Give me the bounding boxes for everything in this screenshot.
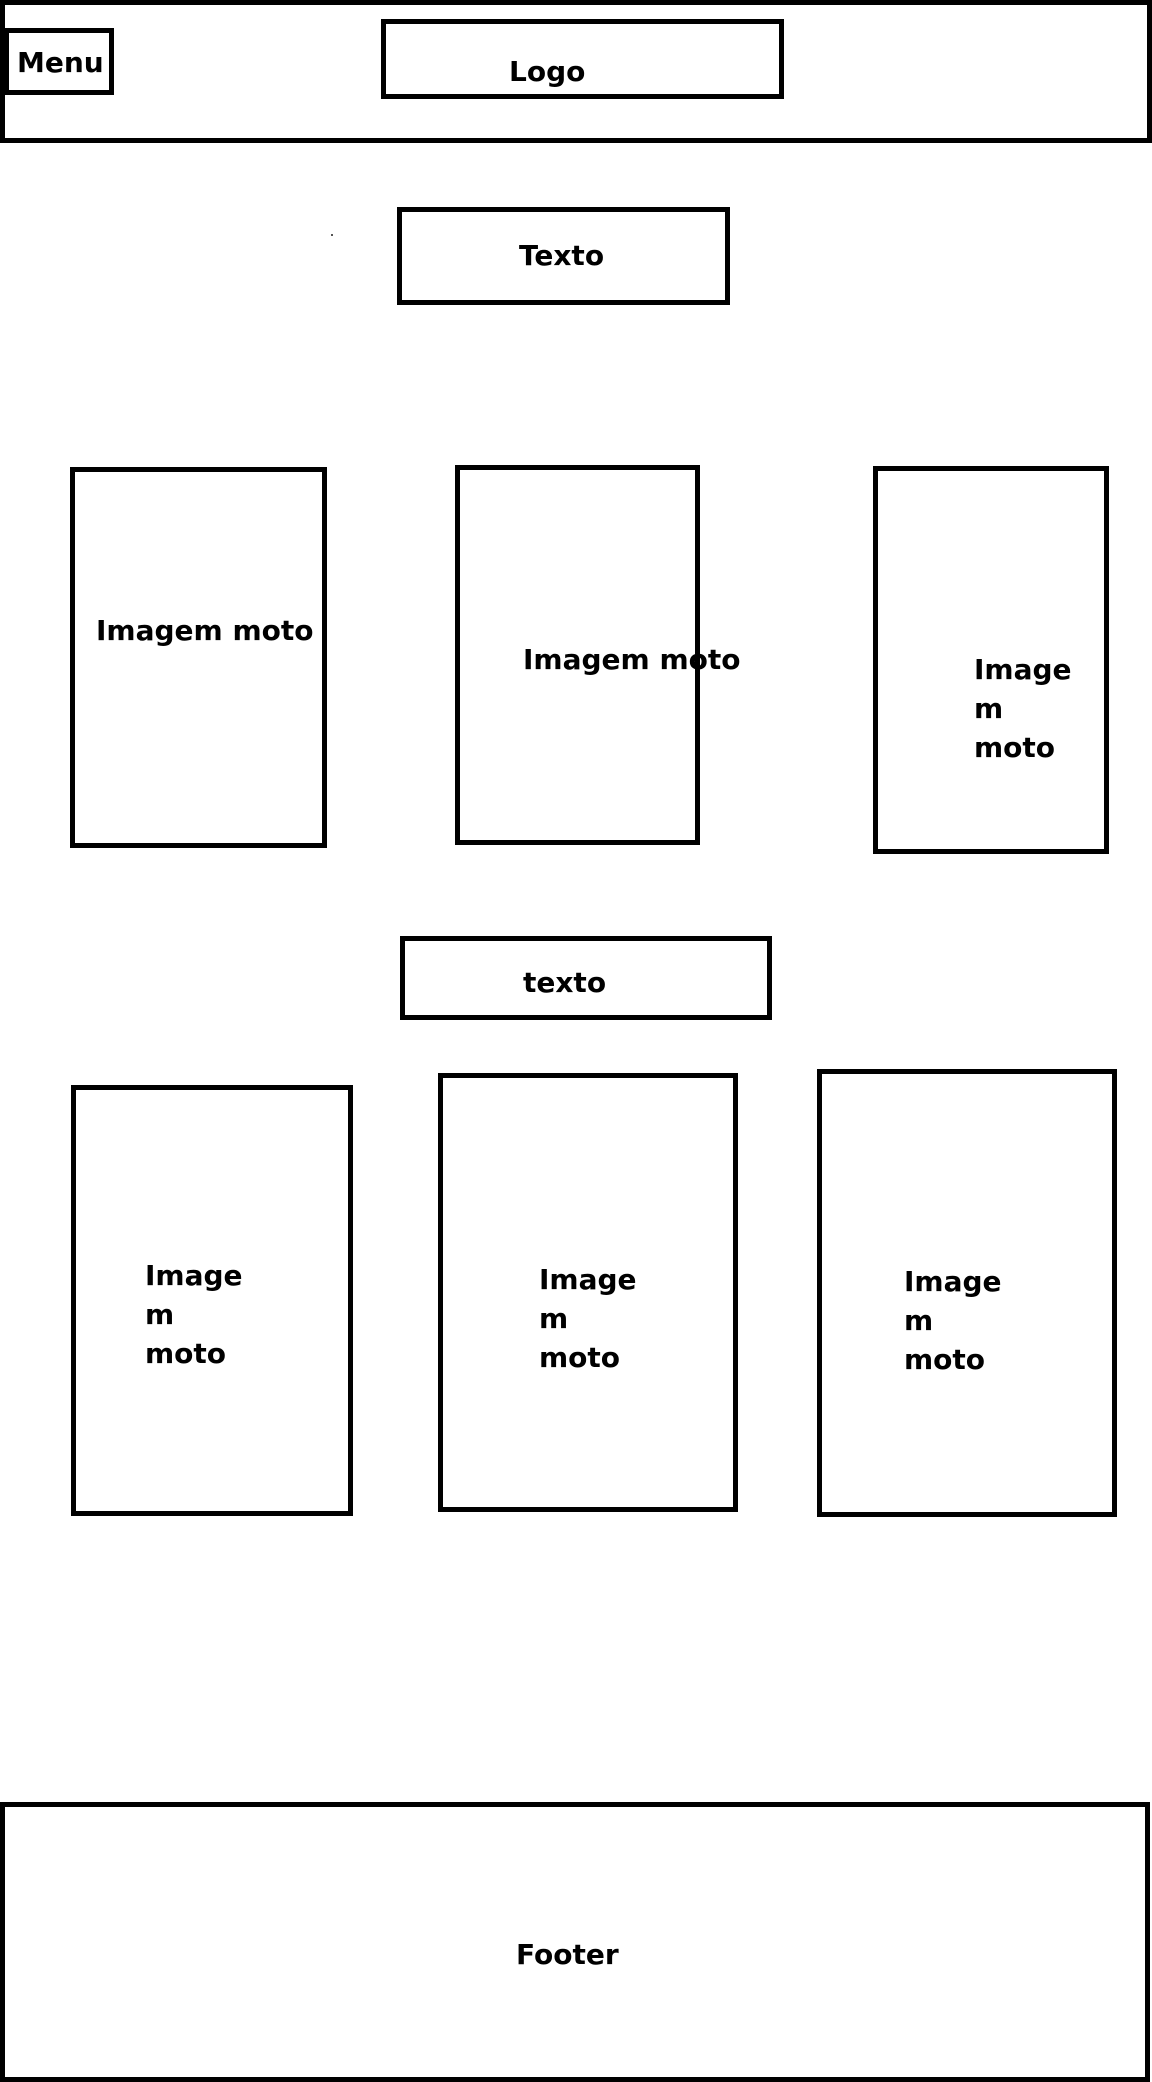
menu-label: Menu	[17, 46, 104, 79]
moto-image-label: Imagem moto	[523, 643, 741, 676]
moto-image-label: Image m moto	[904, 1265, 1002, 1376]
footer-label: Footer	[516, 1938, 619, 1971]
moto-image-label: Image m moto	[145, 1259, 243, 1370]
stray-dot	[331, 234, 333, 236]
moto-image-label: Image m moto	[539, 1263, 637, 1374]
moto-image-card[interactable]	[70, 467, 327, 848]
moto-image-label: Imagem moto	[96, 614, 314, 647]
text-label-2: texto	[523, 966, 607, 999]
text-label-1: Texto	[519, 239, 605, 272]
moto-image-label: Image m moto	[974, 653, 1072, 764]
logo-label: Logo	[509, 55, 586, 88]
